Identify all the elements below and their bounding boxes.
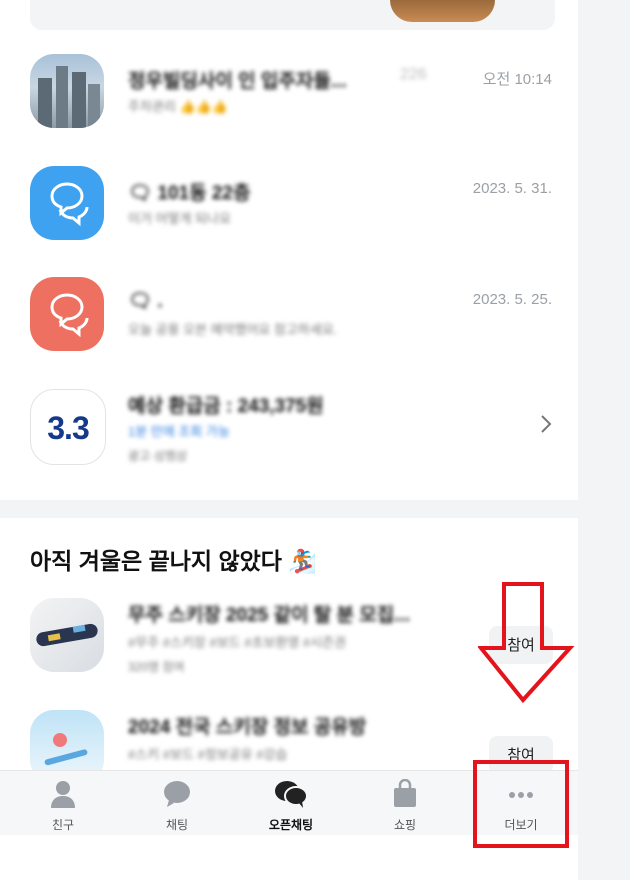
- ad-row[interactable]: 3.3 예상 환급금 : 243,375원 1분 만에 조회 가능 광고·삼쩜삼: [30, 381, 560, 477]
- ad-logo: 3.3: [30, 389, 106, 465]
- section-separator: [0, 500, 578, 518]
- chat-row[interactable]: 🗨 101동 22층 이거 어떻게 되나요 2023. 5. 31.: [30, 158, 560, 246]
- chat-bubble-icon: [164, 781, 190, 807]
- chat-time: 2023. 5. 31.: [472, 180, 552, 197]
- snowboard-icon: [36, 623, 98, 647]
- food-image: [390, 0, 495, 22]
- ad-logo-text: 3.3: [47, 410, 89, 446]
- ad-subtitle: 1분 만에 조회 가능: [128, 424, 230, 439]
- ad-title: 예상 환급금 : 243,375원: [128, 396, 324, 417]
- right-gutter: [578, 0, 630, 880]
- tab-shopping[interactable]: 쇼핑: [360, 778, 450, 833]
- ad-sponsor: 광고·삼쩜삼: [128, 449, 188, 463]
- tab-label: 오픈채팅: [268, 818, 314, 832]
- chat-title: 🗨 101동 22층: [128, 183, 251, 204]
- chat-title: 정우빌딩사이 인 입주자들...: [128, 71, 347, 92]
- open-chat-desc: #무주 #스키장 #보드 #초보환영 #시즌권: [128, 635, 347, 650]
- chat-row[interactable]: 🗨 . 오늘 공용 오븐 예약했어요 참고하세요. 2023. 5. 25.: [30, 269, 560, 357]
- open-chat-thumbnail: [30, 277, 104, 351]
- tab-open-chat[interactable]: 오픈채팅: [246, 779, 336, 833]
- chat-preview: 오늘 공용 오븐 예약했어요 참고하세요.: [128, 322, 338, 337]
- open-chat-thumbnail: [30, 166, 104, 240]
- snowboard-thumbnail: [30, 598, 104, 672]
- chat-time: 2023. 5. 25.: [472, 291, 552, 308]
- open-chat-title: 2024 전국 스키장 정보 공유방: [128, 717, 367, 738]
- chat-preview: 주차관리 👍👍👍: [128, 99, 229, 114]
- chat-member-count: 226: [400, 66, 427, 83]
- chat-preview: 이거 어떻게 되나요: [128, 211, 231, 226]
- open-chat-title: 무주 스키장 2025 같이 탈 분 모집...: [128, 605, 411, 626]
- person-icon: [51, 781, 75, 808]
- tab-label: 쇼핑: [393, 818, 417, 832]
- building-thumbnail: [30, 54, 104, 128]
- annotation-highlight-box: [473, 760, 569, 848]
- open-chat-meta: 320명 참여: [128, 660, 185, 674]
- section-title: 아직 겨울은 끝나지 않았다 🏂: [30, 548, 317, 574]
- tab-chats[interactable]: 채팅: [132, 779, 222, 833]
- open-chat-icon: [275, 781, 308, 808]
- open-chat-desc: #스키 #보드 #정보공유 #강습: [128, 747, 288, 762]
- tab-friends[interactable]: 친구: [18, 779, 108, 833]
- chat-row[interactable]: 정우빌딩사이 인 입주자들... 226 주차관리 👍👍👍 오전 10:14: [30, 46, 560, 134]
- previous-card-bottom: [30, 0, 555, 30]
- annotation-arrow-icon: [478, 582, 575, 704]
- chat-title: 🗨 .: [128, 291, 163, 312]
- tab-label: 친구: [51, 818, 75, 832]
- chevron-right-icon[interactable]: [538, 413, 554, 435]
- chat-time: 오전 10:14: [482, 71, 552, 88]
- speech-bubbles-icon: [50, 293, 89, 338]
- shopping-bag-icon: [394, 778, 416, 807]
- tab-label: 채팅: [165, 818, 189, 832]
- speech-bubbles-icon: [50, 182, 89, 227]
